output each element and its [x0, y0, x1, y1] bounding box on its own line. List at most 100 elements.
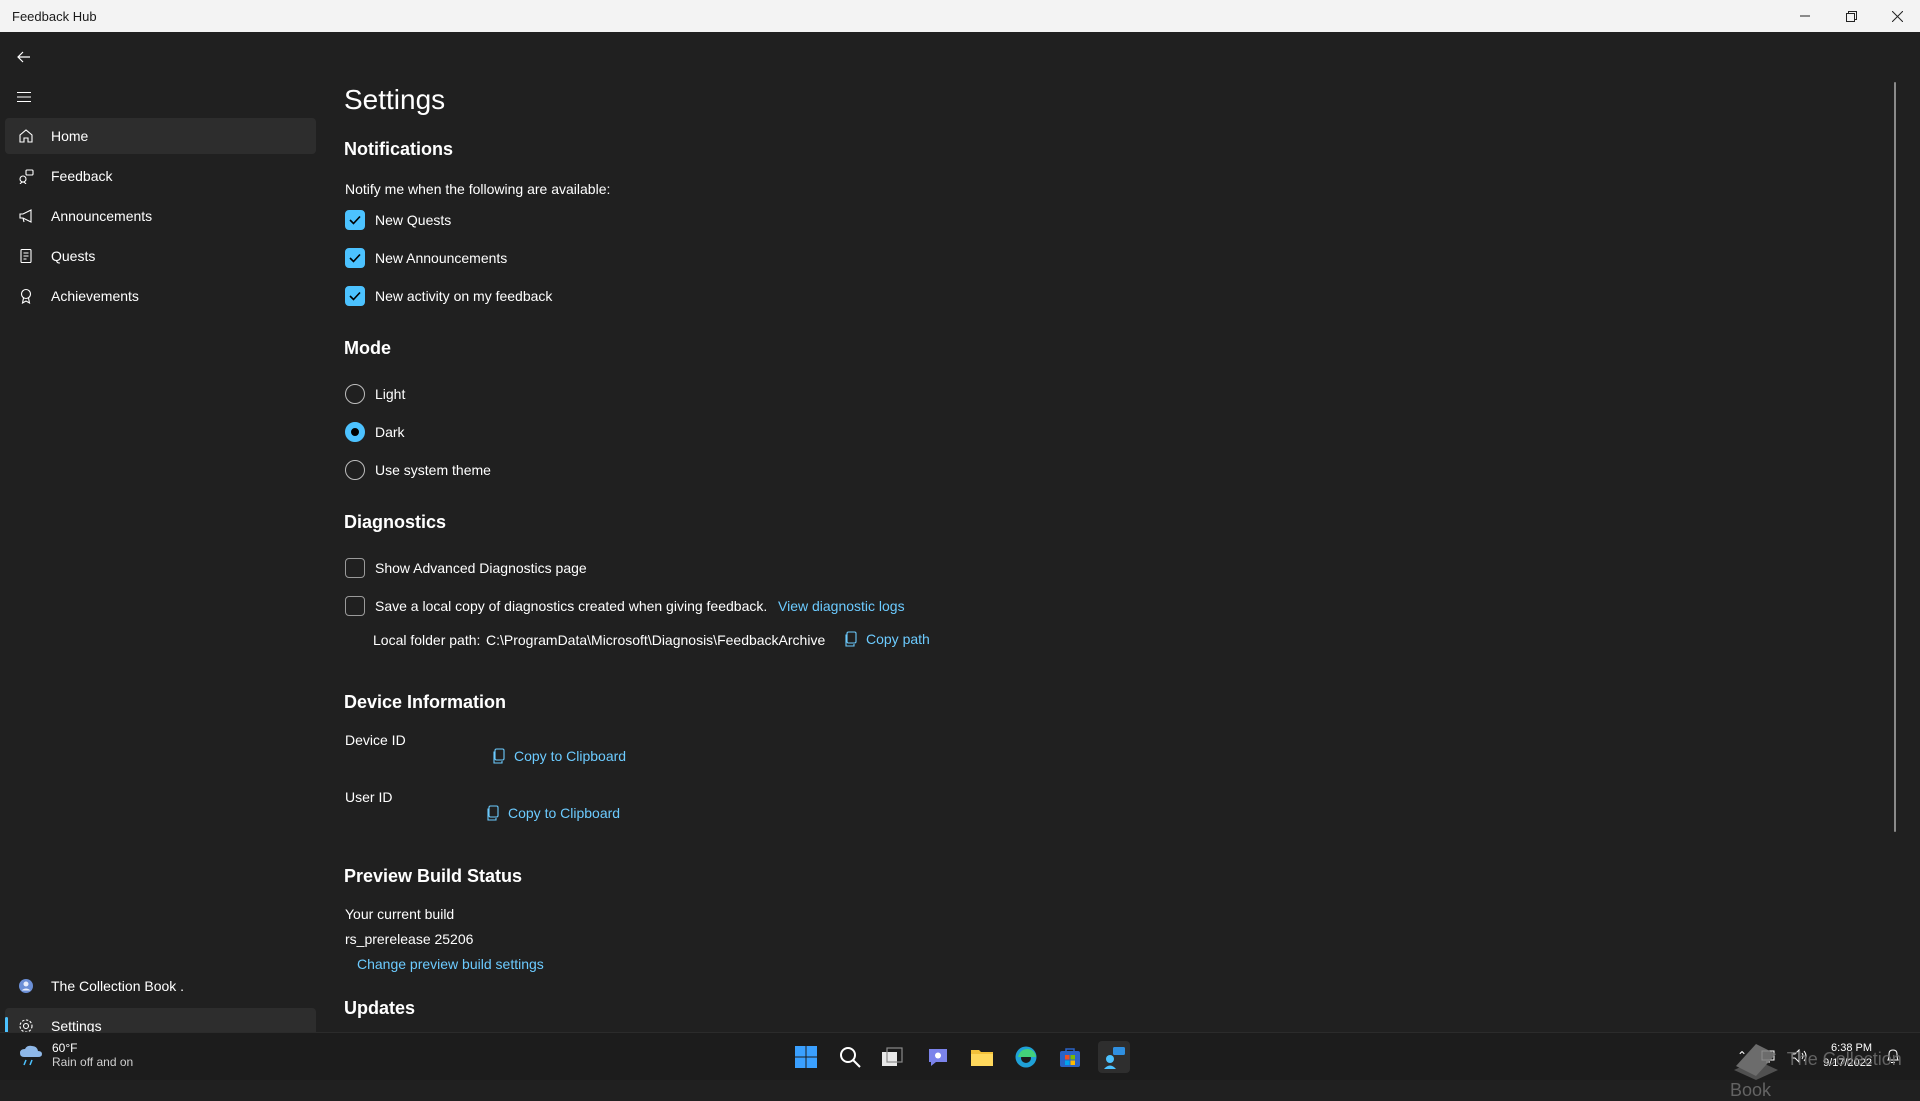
checkbox-box[interactable]: [345, 558, 365, 578]
checkbox-box[interactable]: [345, 286, 365, 306]
checkbox-advanced-diagnostics[interactable]: Show Advanced Diagnostics page: [345, 558, 587, 578]
change-preview-build-link[interactable]: Change preview build settings: [357, 956, 544, 972]
sidebar-item-label: Feedback: [51, 168, 113, 184]
file-explorer-button[interactable]: [966, 1041, 998, 1073]
checkbox-label: New Announcements: [375, 250, 508, 266]
checkbox-label: Save a local copy of diagnostics created…: [375, 598, 768, 614]
feedback-hub-taskbar-button[interactable]: [1098, 1041, 1130, 1073]
preview-build-heading: Preview Build Status: [344, 866, 523, 886]
sidebar-item-feedback[interactable]: Feedback: [5, 158, 316, 194]
copy-icon: [845, 631, 857, 647]
quest-document-icon: [17, 247, 35, 265]
feedback-hub-icon: [1104, 1047, 1125, 1069]
sidebar-item-announcements[interactable]: Announcements: [5, 198, 316, 234]
checkbox-box[interactable]: [345, 210, 365, 230]
notifications-prompt: Notify me when the following are availab…: [345, 181, 611, 197]
taskbar: 60°F Rain off and on ⌃ 6:38 PM 9/17/2022: [0, 1032, 1920, 1080]
copy-path-button[interactable]: Copy path: [844, 631, 930, 647]
checkbox-box[interactable]: [345, 248, 365, 268]
checkbox-box[interactable]: [345, 596, 365, 616]
copy-device-id-button[interactable]: Copy to Clipboard: [492, 748, 626, 764]
scrollbar[interactable]: [1894, 82, 1896, 832]
minimize-button[interactable]: [1782, 0, 1828, 32]
sidebar-item-label: Quests: [51, 248, 96, 264]
checkbox-label: New activity on my feedback: [375, 288, 553, 304]
feedback-icon: [17, 167, 35, 185]
radio-circle[interactable]: [345, 460, 365, 480]
back-arrow-icon: [17, 51, 30, 63]
account-name: The Collection Book .: [51, 978, 185, 994]
radio-circle[interactable]: [345, 384, 365, 404]
mode-heading: Mode: [344, 338, 391, 358]
sidebar-item-account[interactable]: The Collection Book .: [5, 968, 316, 1004]
chat-button[interactable]: [922, 1041, 954, 1073]
check-icon: [349, 215, 361, 225]
device-id-label: Device ID: [345, 732, 406, 748]
notifications-heading: Notifications: [344, 139, 454, 159]
copy-to-clipboard-label: Copy to Clipboard: [514, 748, 627, 764]
store-icon: [1060, 1048, 1080, 1067]
radio-light[interactable]: Light: [345, 384, 405, 404]
taskbar-search-button[interactable]: [834, 1041, 866, 1073]
radio-circle[interactable]: [345, 422, 365, 442]
close-icon: [1891, 10, 1903, 22]
hamburger-icon: [17, 92, 31, 102]
restore-button[interactable]: [1828, 0, 1874, 32]
task-view-button[interactable]: [876, 1041, 908, 1073]
minimize-icon: [1800, 15, 1810, 17]
close-button[interactable]: [1874, 0, 1920, 32]
checkbox-new-announcements[interactable]: New Announcements: [345, 248, 507, 268]
avatar: [17, 977, 35, 995]
restore-icon: [1845, 10, 1857, 22]
rain-cloud-icon: [20, 1045, 42, 1066]
checkbox-new-quests[interactable]: New Quests: [345, 210, 451, 230]
task-view-icon: [882, 1047, 903, 1066]
home-icon: [17, 127, 35, 145]
device-info-heading: Device Information: [344, 692, 507, 712]
folder-icon: [971, 1050, 993, 1066]
weather-temperature: 60°F: [52, 1041, 78, 1055]
current-build-label: Your current build: [345, 906, 455, 922]
sidebar-item-label: Home: [51, 128, 89, 144]
book-logo-icon: [1734, 1044, 1778, 1080]
hamburger-menu-button[interactable]: [10, 83, 38, 111]
updates-heading: Updates: [344, 998, 416, 1018]
checkbox-save-local-copy[interactable]: Save a local copy of diagnostics created…: [345, 596, 767, 616]
radio-label: Light: [375, 386, 406, 402]
weather-widget[interactable]: 60°F Rain off and on: [18, 1041, 133, 1069]
sidebar: Home Feedback Announcements Quests Achie…: [0, 32, 320, 1044]
radio-label: Use system theme: [375, 462, 491, 478]
title-bar: Feedback Hub: [0, 0, 1920, 32]
copy-icon: [493, 748, 505, 764]
page-title: Settings: [344, 84, 446, 115]
medal-icon: [17, 287, 35, 305]
current-build-value: rs_prerelease 25206: [345, 931, 474, 947]
copy-icon: [487, 805, 499, 821]
folder-path-label: Local folder path:: [373, 632, 481, 648]
search-icon: [840, 1047, 861, 1068]
checkbox-feedback-activity[interactable]: New activity on my feedback: [345, 286, 552, 306]
window-controls: [1782, 0, 1920, 32]
edge-browser-button[interactable]: [1010, 1041, 1042, 1073]
megaphone-icon: [17, 207, 35, 225]
window-title: Feedback Hub: [12, 8, 97, 24]
back-button[interactable]: [10, 43, 38, 71]
view-diagnostic-logs-link[interactable]: View diagnostic logs: [778, 598, 905, 614]
radio-system-theme[interactable]: Use system theme: [345, 460, 491, 480]
start-button[interactable]: [790, 1041, 822, 1073]
diagnostics-heading: Diagnostics: [344, 512, 447, 532]
windows-logo-icon: [795, 1046, 817, 1068]
copy-path-label: Copy path: [866, 631, 930, 647]
watermark: The Collection Book: [1730, 1040, 1920, 1101]
sidebar-item-home[interactable]: Home: [5, 118, 316, 154]
store-button[interactable]: [1054, 1041, 1086, 1073]
settings-page: Settings Notifications Notify me when th…: [320, 32, 1900, 1032]
sidebar-item-label: Announcements: [51, 208, 153, 224]
radio-dark[interactable]: Dark: [345, 422, 405, 442]
sidebar-item-label: Achievements: [51, 288, 139, 304]
sidebar-item-achievements[interactable]: Achievements: [5, 278, 316, 314]
copy-user-id-button[interactable]: Copy to Clipboard: [486, 805, 620, 821]
checkbox-label: New Quests: [375, 212, 452, 228]
checkbox-label: Show Advanced Diagnostics page: [375, 560, 587, 576]
sidebar-item-quests[interactable]: Quests: [5, 238, 316, 274]
